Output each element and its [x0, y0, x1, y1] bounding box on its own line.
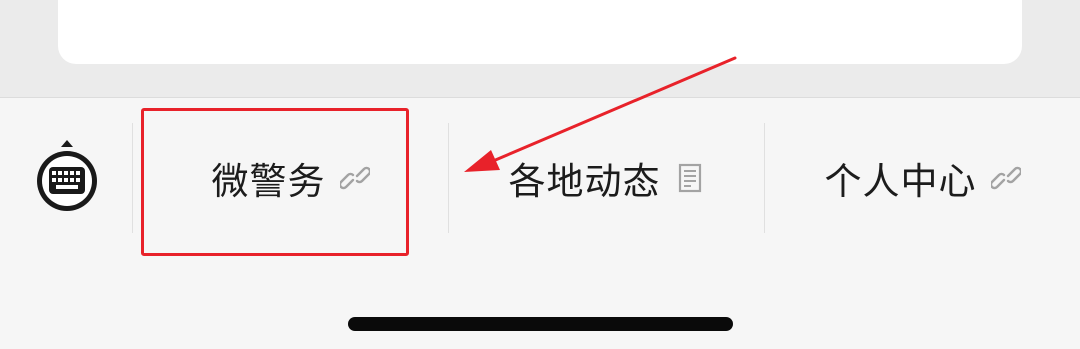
menu-item-label: 各地动态 [508, 160, 661, 203]
menu-item-label: 个人中心 [824, 160, 977, 203]
document-icon [678, 163, 701, 193]
keyboard-toggle-button[interactable] [34, 139, 100, 215]
menu-item-gedi-dongtai[interactable]: 各地动态 [449, 125, 764, 231]
home-indicator[interactable] [348, 317, 733, 331]
content-card [58, 0, 1022, 64]
keyboard-icon [37, 140, 97, 211]
menu-item-geren-zhongxin[interactable]: 个人中心 [765, 125, 1080, 231]
annotation-highlight-box [141, 108, 409, 256]
link-icon [990, 166, 1021, 190]
